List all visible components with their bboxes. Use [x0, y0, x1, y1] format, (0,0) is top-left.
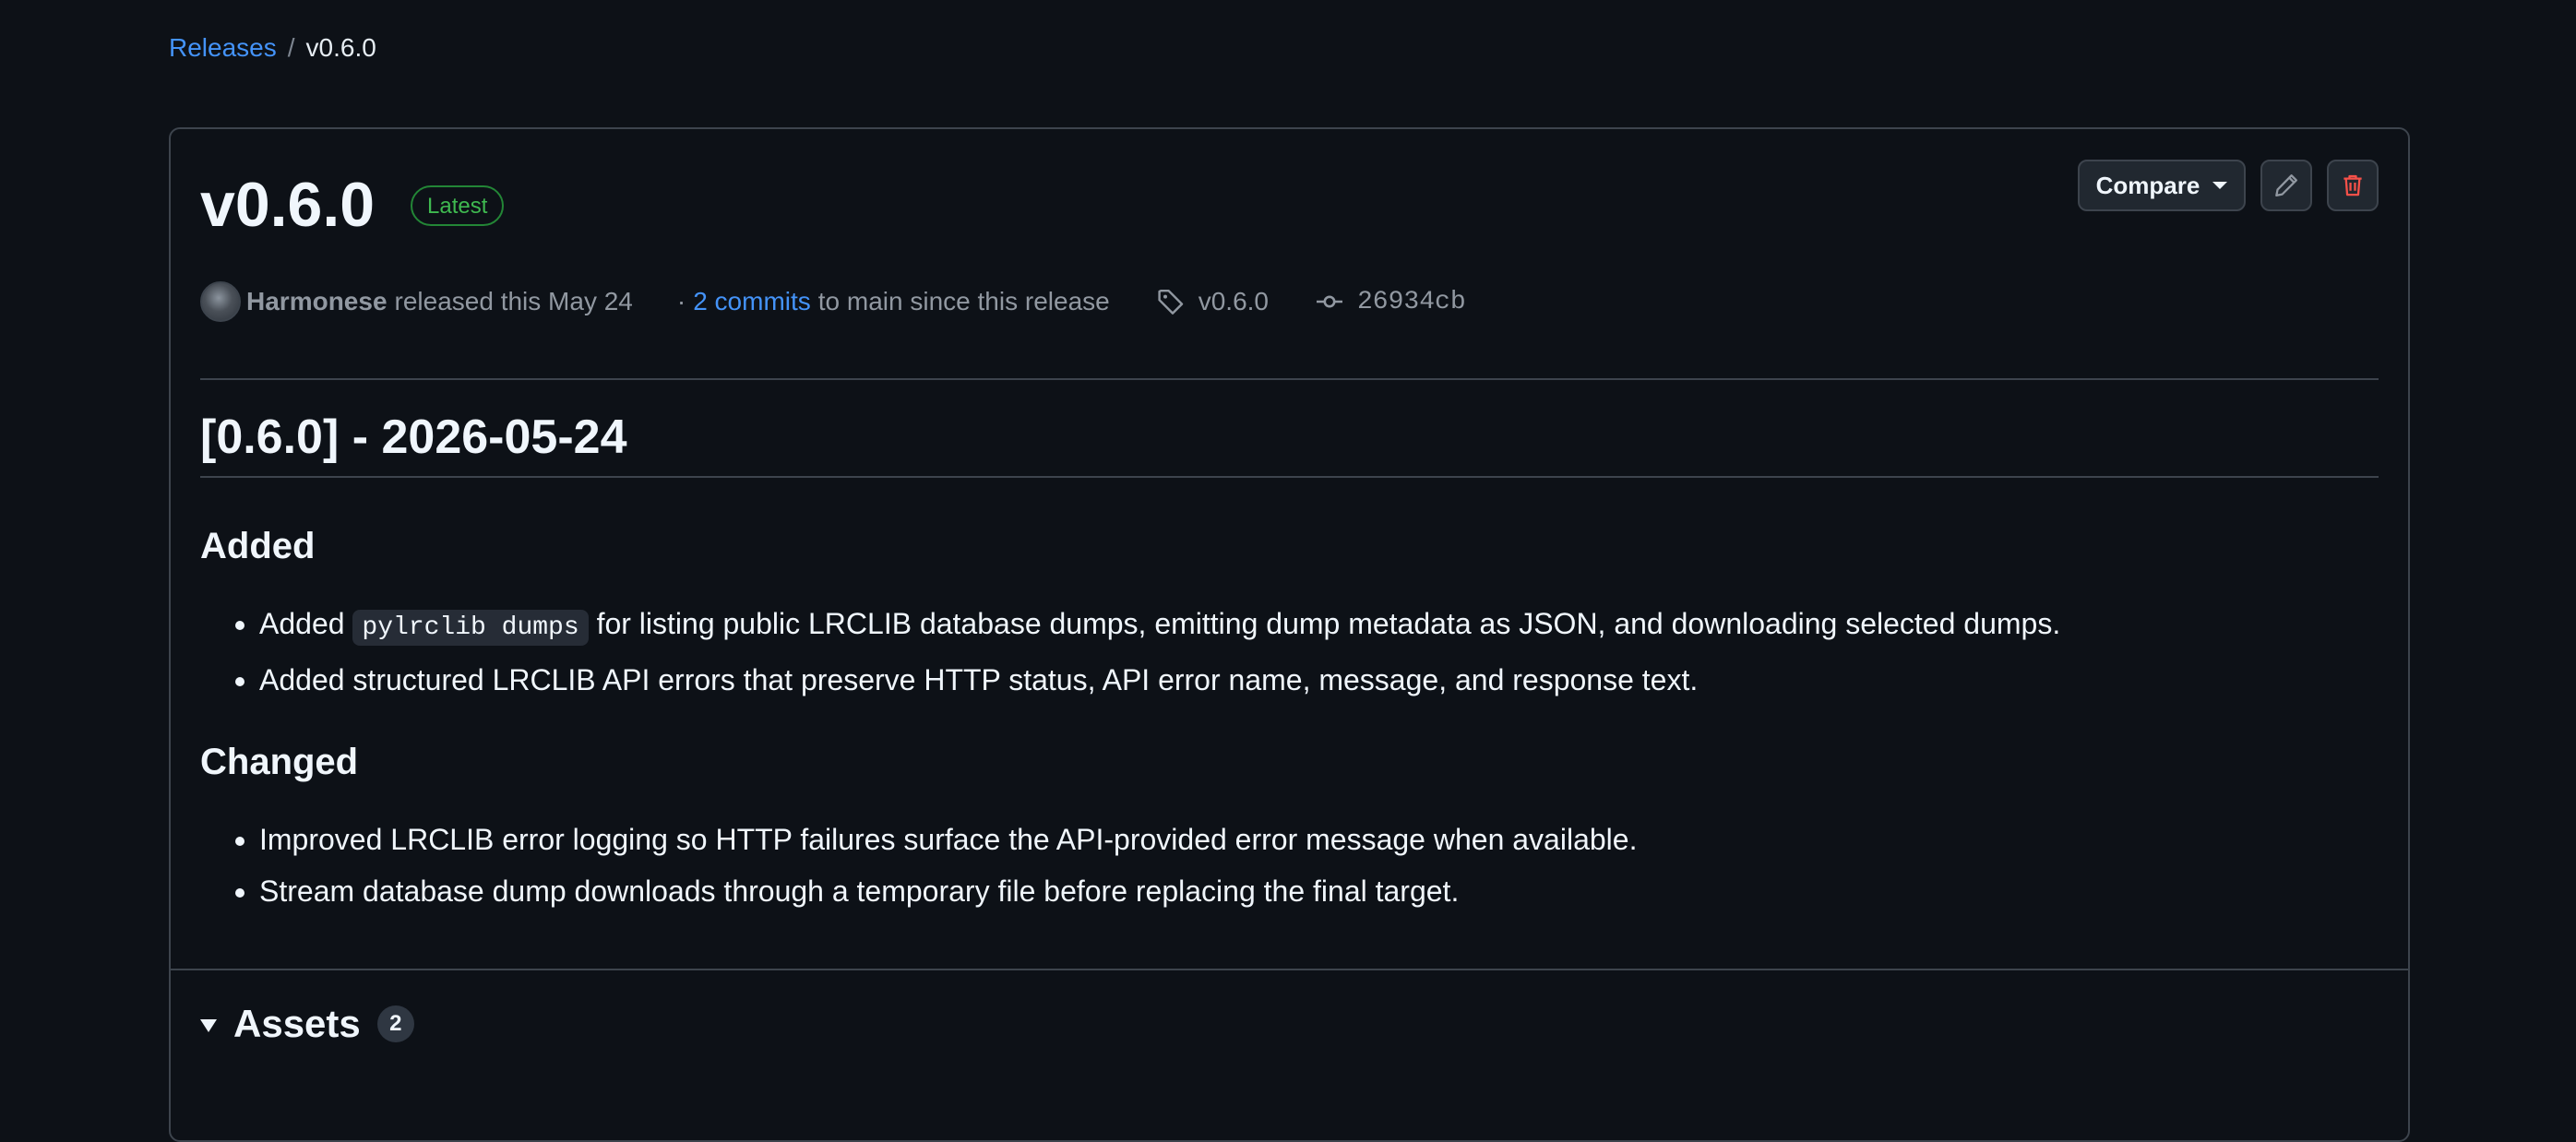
added-heading: Added [200, 526, 316, 566]
released-text: released this May 24 [394, 287, 633, 315]
tag-link[interactable]: v0.6.0 [1156, 287, 1269, 316]
breadcrumb-current: v0.6.0 [305, 33, 376, 62]
assets-divider [171, 969, 2408, 970]
breadcrumb-releases-link[interactable]: Releases [169, 31, 277, 65]
git-commit-icon [1317, 295, 1342, 308]
list-item: Stream database dump downloads through a… [259, 865, 1637, 917]
list-item-prefix: Added [259, 607, 345, 640]
meta-divider [200, 378, 2379, 380]
commits-suffix: to main since this release [817, 287, 1110, 315]
list-item: Added pylrclib dumps for listing public … [259, 598, 2060, 654]
commits-link[interactable]: 2 commits [693, 287, 811, 316]
breadcrumb: Releases / v0.6.0 [169, 31, 376, 65]
chevron-down-icon [2212, 182, 2228, 189]
list-item: Improved LRCLIB error logging so HTTP fa… [259, 814, 1637, 865]
delete-button[interactable] [2327, 160, 2379, 211]
author-link[interactable]: Harmonese [246, 287, 388, 316]
assets-toggle[interactable]: Assets 2 [200, 1002, 414, 1046]
release-card: v0.6.0 Latest Compare Harmonese released… [169, 127, 2410, 1142]
separator-dot: · [676, 287, 686, 315]
added-list: Added pylrclib dumps for listing public … [200, 598, 2060, 706]
breadcrumb-separator: / [287, 33, 295, 62]
latest-badge: Latest [411, 185, 505, 226]
release-title[interactable]: v0.6.0 [200, 168, 375, 242]
compare-button[interactable]: Compare [2078, 160, 2246, 211]
assets-count-badge: 2 [376, 1005, 414, 1042]
commit-link[interactable]: 26934cb [1315, 287, 1466, 316]
avatar[interactable] [200, 281, 241, 322]
inline-code: pylrclib dumps [352, 610, 589, 646]
triangle-down-icon [200, 1019, 217, 1032]
compare-button-label: Compare [2095, 171, 2200, 199]
tag-icon [1158, 290, 1183, 315]
tag-label: v0.6.0 [1198, 287, 1269, 315]
trash-icon [2343, 174, 2362, 196]
list-item-suffix: for listing public LRCLIB database dumps… [596, 607, 2061, 640]
changed-list: Improved LRCLIB error logging so HTTP fa… [200, 814, 1637, 917]
commit-sha: 26934cb [1357, 287, 1466, 316]
pencil-icon [2275, 174, 2297, 196]
heading-divider [200, 476, 2379, 478]
release-meta: Harmonese released this May 24 · 2 commi… [200, 280, 1466, 324]
changed-heading: Changed [200, 742, 359, 782]
notes-heading: [0.6.0] - 2026-05-24 [200, 410, 627, 464]
release-actions: Compare [2078, 160, 2379, 211]
assets-label: Assets [233, 1002, 361, 1045]
list-item: Added structured LRCLIB API errors that … [259, 654, 2060, 706]
edit-button[interactable] [2260, 160, 2312, 211]
